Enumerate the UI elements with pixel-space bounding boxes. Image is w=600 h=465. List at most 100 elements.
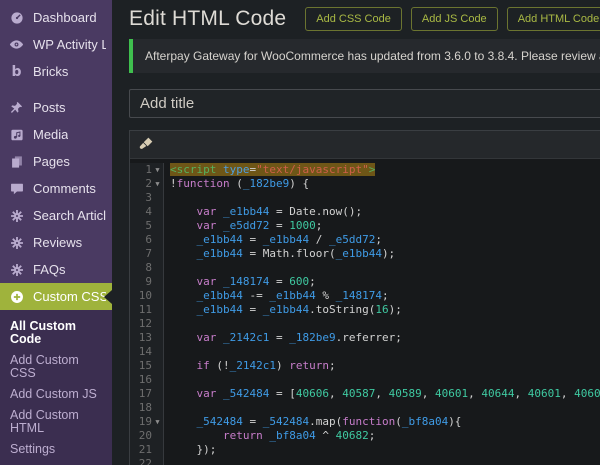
sidebar-item-search-articles[interactable]: Search Articles — [0, 202, 112, 229]
line-number: 6 — [133, 233, 152, 247]
fold-spacer — [152, 247, 163, 261]
code-lines: 1▼<script type="text/javascript">2▼!func… — [130, 163, 600, 465]
fold-spacer — [152, 219, 163, 233]
code-text: _e1bb44 -= _e1bb44 % _148174; — [164, 289, 389, 303]
gutter: 6 — [130, 233, 164, 247]
submenu-item-add-custom-css[interactable]: Add Custom CSS — [0, 350, 112, 384]
code-text — [164, 191, 170, 205]
line-number: 2 — [133, 177, 152, 191]
sidebar-item-posts[interactable]: Posts — [0, 94, 112, 121]
add-js-code-button[interactable]: Add JS Code — [411, 7, 498, 31]
submenu-item-settings[interactable]: Settings — [0, 439, 112, 460]
add-css-code-button[interactable]: Add CSS Code — [305, 7, 402, 31]
fold-spacer — [152, 289, 163, 303]
code-line: 1▼ <script type="text/javascript"> — [130, 163, 600, 177]
gutter: 22 — [130, 457, 164, 465]
sidebar-item-comments[interactable]: Comments — [0, 175, 112, 202]
fold-arrow-icon[interactable]: ▼ — [152, 177, 163, 191]
sidebar-item-label: Search Articles — [33, 209, 106, 223]
fold-spacer — [152, 373, 163, 387]
sidebar-item-label: Posts — [33, 101, 66, 115]
gutter: 15 — [130, 359, 164, 373]
sidebar-item-wp-activity-log[interactable]: WP Activity Log — [0, 31, 112, 58]
gutter: 2▼ — [130, 177, 164, 191]
code-text — [164, 345, 170, 359]
line-number: 9 — [133, 275, 152, 289]
page-header: Edit HTML Code Add CSS CodeAdd JS CodeAd… — [112, 0, 600, 31]
sidebar-item-pages[interactable]: Pages — [0, 148, 112, 175]
code-line: 3 — [130, 191, 600, 205]
fold-arrow-icon[interactable]: ▼ — [152, 415, 163, 429]
gutter: 7 — [130, 247, 164, 261]
submenu-item-add-custom-js[interactable]: Add Custom JS — [0, 384, 112, 405]
line-number: 17 — [133, 387, 152, 401]
sidebar-item-label: FAQs — [33, 263, 66, 277]
format-code-button[interactable] — [137, 134, 156, 156]
main-content: Edit HTML Code Add CSS CodeAdd JS CodeAd… — [112, 0, 600, 465]
gear-icon — [9, 262, 24, 277]
code-editor[interactable]: 1▼<script type="text/javascript">2▼!func… — [130, 159, 600, 465]
sidebar-item-media[interactable]: Media — [0, 121, 112, 148]
notice-text: Afterpay Gateway for WooCommerce has upd… — [145, 49, 600, 63]
code-text: var _542484 = [40606, 40587, 40589, 4060… — [164, 387, 600, 401]
submenu-item-add-custom-html[interactable]: Add Custom HTML — [0, 405, 112, 439]
code-text: _e1bb44 = _e1bb44.toString(16); — [164, 303, 402, 317]
code-text: var _e1bb44 = Date.now(); — [164, 205, 362, 219]
fold-arrow-icon[interactable]: ▼ — [152, 163, 163, 177]
code-line: 5 var _e5dd72 = 1000; — [130, 219, 600, 233]
sidebar-menu: Dashboard WP Activity Log b Bricks Posts Medi… — [0, 0, 112, 465]
code-line: 7 _e1bb44 = Math.floor(_e1bb44); — [130, 247, 600, 261]
matching-tag-highlight: <script type="text/javascript"> — [170, 163, 375, 176]
code-line: 9 var _148174 = 600; — [130, 275, 600, 289]
fold-spacer — [152, 261, 163, 275]
sidebar-item-reviews[interactable]: Reviews — [0, 229, 112, 256]
sidebar-item-label: Dashboard — [33, 11, 97, 25]
gutter: 17 — [130, 387, 164, 401]
code-line: 21 }); — [130, 443, 600, 457]
fold-spacer — [152, 205, 163, 219]
gutter: 5 — [130, 219, 164, 233]
eye-icon — [9, 37, 24, 52]
pages-icon — [9, 154, 24, 169]
editor-toolbar — [130, 131, 600, 159]
line-number: 1 — [133, 163, 152, 177]
sidebar-item-bricks[interactable]: b Bricks — [0, 58, 112, 85]
sidebar-item-label: Bricks — [33, 65, 68, 79]
gutter: 4 — [130, 205, 164, 219]
sidebar-item-faqs[interactable]: FAQs — [0, 256, 112, 283]
fold-spacer — [152, 275, 163, 289]
code-text: _542484 = _542484.map(function(_bf8a04){ — [164, 415, 461, 429]
sidebar-item-label: Comments — [33, 182, 96, 196]
title-input[interactable] — [129, 89, 600, 118]
sidebar-separator — [0, 85, 112, 94]
code-text — [164, 373, 170, 387]
fold-spacer — [152, 345, 163, 359]
fold-spacer — [152, 443, 163, 457]
update-notice: Afterpay Gateway for WooCommerce has upd… — [129, 39, 600, 73]
line-number: 21 — [133, 443, 152, 457]
submenu-item-all-custom-code[interactable]: All Custom Code — [0, 316, 112, 350]
fold-spacer — [152, 457, 163, 465]
fold-spacer — [152, 359, 163, 373]
header-buttons: Add CSS Code Add JS Code Add HTML Code — [305, 7, 600, 31]
add-html-code-button[interactable]: Add HTML Code — [507, 7, 600, 31]
sidebar-item-dashboard[interactable]: Dashboard — [0, 4, 112, 31]
line-number: 20 — [133, 429, 152, 443]
line-number: 10 — [133, 289, 152, 303]
code-text: var _e5dd72 = 1000; — [164, 219, 322, 233]
gutter: 21 — [130, 443, 164, 457]
gutter: 16 — [130, 373, 164, 387]
bricks-icon: b — [9, 64, 24, 79]
fold-spacer — [152, 387, 163, 401]
code-editor-panel: 1▼<script type="text/javascript">2▼!func… — [129, 130, 600, 465]
fold-spacer — [152, 233, 163, 247]
code-line: 17 var _542484 = [40606, 40587, 40589, 4… — [130, 387, 600, 401]
line-number: 11 — [133, 303, 152, 317]
brush-icon — [139, 136, 154, 154]
sidebar-item-custom-css-js[interactable]: Custom CSS & JS — [0, 283, 112, 310]
line-number: 8 — [133, 261, 152, 275]
plus-circle-icon — [9, 289, 24, 304]
fold-spacer — [152, 429, 163, 443]
media-icon — [9, 127, 24, 142]
code-line: 6 _e1bb44 = _e1bb44 / _e5dd72; — [130, 233, 600, 247]
